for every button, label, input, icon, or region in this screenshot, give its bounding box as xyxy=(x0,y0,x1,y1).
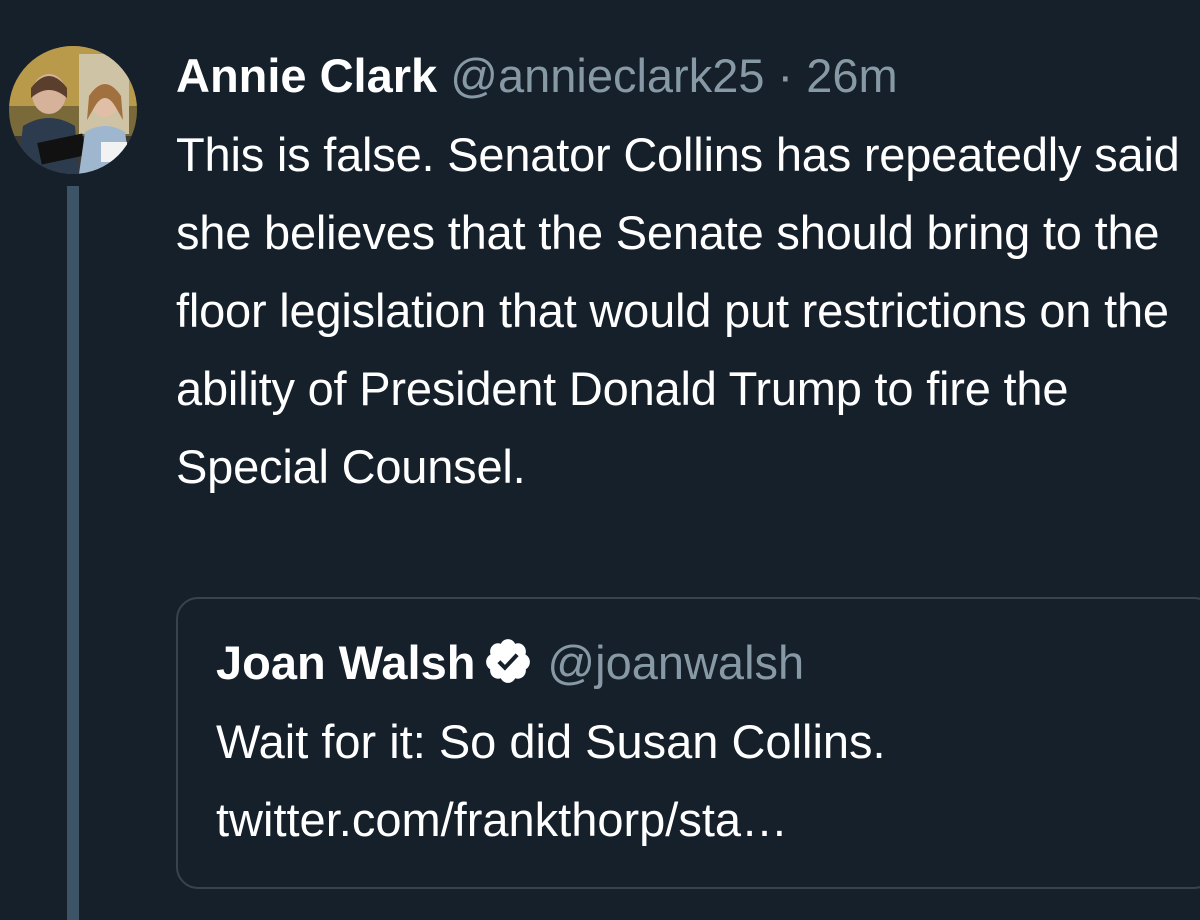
verified-badge-icon xyxy=(486,639,531,683)
author-handle[interactable]: @annieclark25 xyxy=(450,49,764,102)
quoted-author-handle: @joanwalsh xyxy=(547,636,805,689)
tweet-text: This is false. Senator Collins has repea… xyxy=(176,128,1180,493)
author-name[interactable]: Annie Clark xyxy=(176,49,437,102)
tweet-timestamp[interactable]: 26m xyxy=(806,49,897,102)
tweet-header: Annie Clark @annieclark25 · 26m xyxy=(176,46,898,106)
thread-line xyxy=(67,186,79,920)
author-avatar[interactable] xyxy=(9,46,137,174)
quoted-author-name: Joan Walsh xyxy=(216,636,476,689)
quoted-tweet-text: Wait for it: So did Susan Collins. twitt… xyxy=(216,703,1196,859)
quoted-tweet-card[interactable]: Joan Walsh @joanwalsh Wait for it: So di… xyxy=(176,597,1200,889)
quoted-tweet-line: Wait for it: So did Susan Collins. xyxy=(216,715,886,768)
header-separator: · xyxy=(764,49,807,102)
quoted-tweet-header: Joan Walsh @joanwalsh xyxy=(216,633,804,693)
avatar-photo-icon xyxy=(9,46,137,174)
quoted-tweet-link[interactable]: twitter.com/frankthorp/sta… xyxy=(216,781,1196,859)
tweet[interactable]: Annie Clark @annieclark25 · 26m This is … xyxy=(0,0,1200,920)
